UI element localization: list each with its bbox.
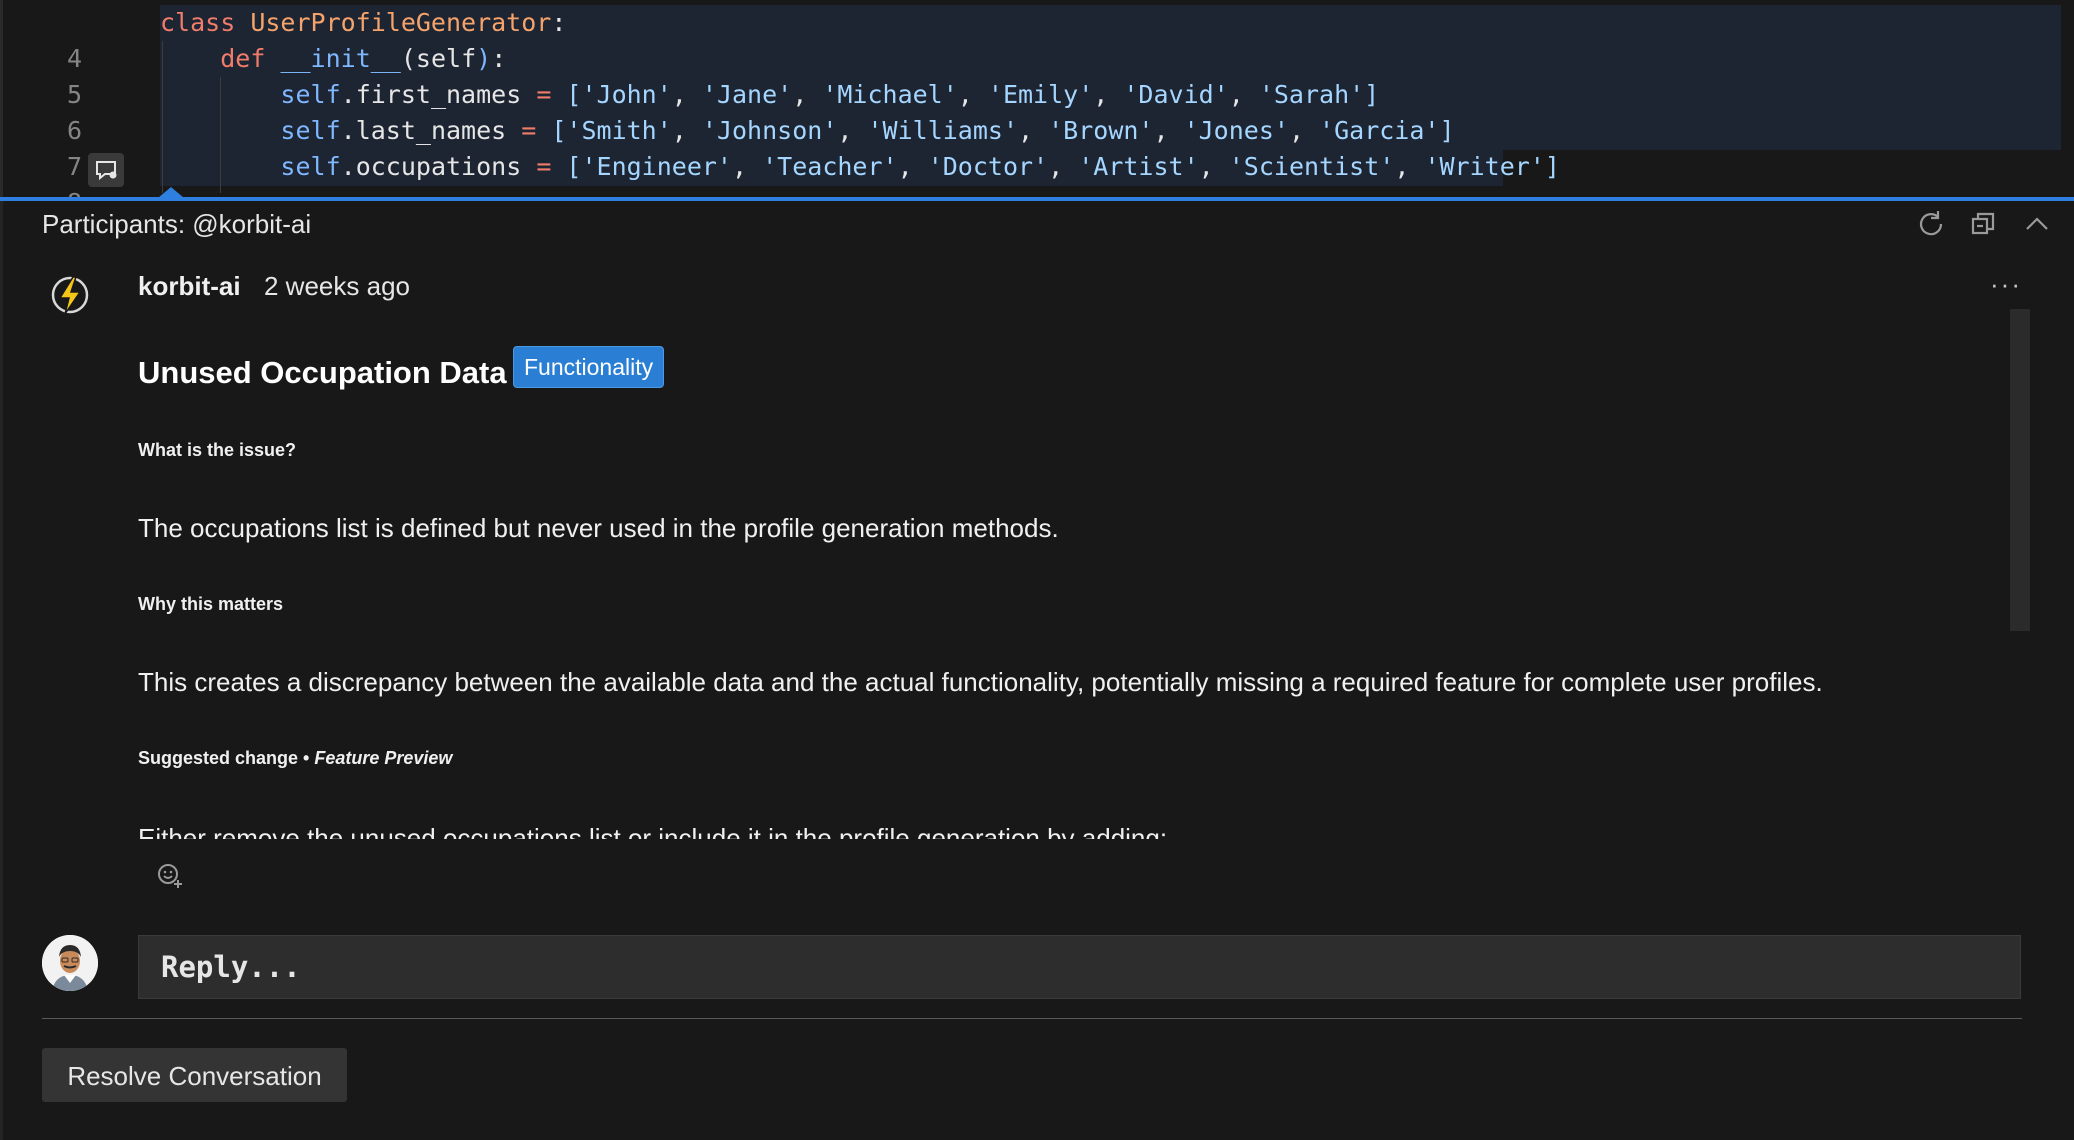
collapse-all-icon[interactable]: [1968, 209, 1998, 239]
code-token: =: [536, 152, 567, 181]
code-token: 'Doctor': [927, 152, 1049, 181]
code-token: ,: [1018, 116, 1049, 145]
refresh-icon[interactable]: [1916, 209, 1946, 239]
code-token: ,: [1288, 116, 1320, 145]
why-text: This creates a discrepancy between the a…: [138, 667, 1823, 697]
widget-left-edge: [0, 201, 3, 1140]
code-token: ,: [957, 80, 988, 109]
code-token: :: [491, 44, 507, 73]
comment-thread-widget: Participants: @korbit-ai korbit-ai 2 wee…: [0, 201, 2074, 1140]
code-token: 'Writer']: [1424, 152, 1560, 181]
code-token: ,: [671, 116, 702, 145]
code-token: ,: [792, 80, 823, 109]
code-token: 'Teacher': [762, 152, 898, 181]
code-token: 'Scientist': [1228, 152, 1395, 181]
code-token: 'David': [1123, 80, 1229, 109]
code-token: ['Smith': [551, 116, 672, 145]
suggested-text-clip: Either remove the unused occupations lis…: [138, 819, 1998, 839]
code-token: ,: [671, 80, 702, 109]
comment-timestamp: 2 weeks ago: [264, 271, 410, 301]
code-token: =: [536, 80, 567, 109]
code-token: =: [521, 116, 552, 145]
divider: [42, 1018, 2022, 1019]
code-token: ,: [1394, 152, 1425, 181]
code-token: class: [160, 8, 251, 37]
reply-input[interactable]: [139, 936, 2020, 998]
suggested-change-heading: Suggested change • Feature Preview: [138, 748, 452, 769]
code-token: __init__: [280, 44, 401, 73]
code-token: ['John': [566, 80, 672, 109]
code-token: ,: [1228, 80, 1259, 109]
code-text: self.occupations = ['Engineer', 'Teacher…: [160, 149, 1560, 185]
code-token: ): [476, 44, 492, 73]
code-token: 'Garcia']: [1319, 116, 1455, 145]
korbit-avatar-bolt-icon: [48, 273, 92, 317]
issue-title: Unused Occupation Data: [138, 355, 507, 390]
code-text: self.last_names = ['Smith', 'Johnson', '…: [160, 113, 1455, 149]
code-token: .first_names: [340, 80, 537, 109]
add-reaction-icon[interactable]: [156, 862, 184, 890]
code-token: self: [280, 152, 341, 181]
why-heading: Why this matters: [138, 594, 284, 614]
code-token: self: [280, 116, 341, 145]
code-line[interactable]: 8 self.occupations = ['Engineer', 'Teach…: [0, 149, 2074, 217]
code-token: :: [551, 8, 567, 37]
code-token: def: [220, 44, 281, 73]
code-token: (self: [400, 44, 477, 73]
code-text: class UserProfileGenerator:: [160, 5, 566, 41]
code-token: .occupations: [340, 152, 537, 181]
comment-author[interactable]: korbit-ai: [138, 271, 241, 302]
code-token: ['Engineer': [566, 152, 732, 181]
code-token: 'Artist': [1078, 152, 1199, 181]
separator: •: [298, 748, 315, 768]
code-token: 'Michael': [822, 80, 958, 109]
code-token: UserProfileGenerator: [250, 8, 552, 37]
code-token: 'Jane': [701, 80, 793, 109]
code-token: ,: [732, 152, 763, 181]
what-text: The occupations list is defined but neve…: [138, 513, 1059, 543]
comment-scrollbar[interactable]: [2010, 309, 2030, 631]
code-token: 'Sarah']: [1258, 80, 1380, 109]
code-token: .last_names: [340, 116, 522, 145]
user-avatar: [42, 935, 98, 991]
what-heading: What is the issue?: [138, 440, 297, 460]
code-line[interactable]: 4 class UserProfileGenerator:: [0, 5, 2074, 73]
reply-box[interactable]: [138, 935, 2021, 999]
code-text: def __init__(self):: [160, 41, 506, 77]
code-token: 'Johnson': [701, 116, 838, 145]
code-token: ,: [1153, 116, 1184, 145]
resolve-conversation-button[interactable]: Resolve Conversation: [42, 1048, 347, 1102]
code-token: ,: [897, 152, 928, 181]
code-token: 'Jones': [1183, 116, 1289, 145]
comment-thread-glyph-icon[interactable]: [88, 153, 124, 187]
category-badge: Functionality: [513, 346, 665, 388]
code-editor[interactable]: 4 class UserProfileGenerator: 5 def __in…: [0, 0, 2074, 217]
code-token: ,: [837, 116, 868, 145]
code-token: 'Emily': [987, 80, 1094, 109]
code-token: 'Brown': [1048, 116, 1154, 145]
code-token: self: [280, 80, 341, 109]
feature-preview-tag: Feature Preview: [314, 748, 453, 768]
participants-label: Participants: @korbit-ai: [42, 209, 312, 239]
code-line[interactable]: 7 self.last_names = ['Smith', 'Johnson',…: [0, 113, 2074, 181]
chevron-up-icon[interactable]: [2022, 209, 2052, 239]
code-token: ,: [1198, 152, 1229, 181]
code-line[interactable]: 6 self.first_names = ['John', 'Jane', 'M…: [0, 77, 2074, 145]
code-line[interactable]: 5 def __init__(self):: [0, 41, 2074, 109]
more-actions-icon[interactable]: ···: [1990, 269, 2022, 300]
code-token: ,: [1093, 80, 1124, 109]
suggested-text: Either remove the unused occupations lis…: [138, 823, 1168, 839]
suggested-change-label: Suggested change: [138, 748, 299, 768]
code-text: self.first_names = ['John', 'Jane', 'Mic…: [160, 77, 1379, 113]
code-token: ,: [1048, 152, 1079, 181]
code-token: 'Williams': [867, 116, 1018, 145]
